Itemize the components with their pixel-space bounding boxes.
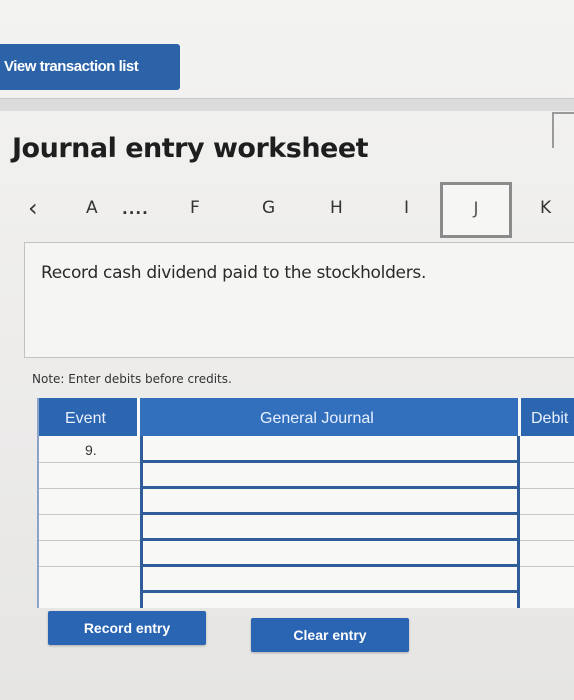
page-title: Journal entry worksheet bbox=[12, 133, 369, 164]
journal-row[interactable] bbox=[140, 564, 518, 567]
tab-a[interactable]: A bbox=[86, 198, 98, 218]
header-event: Event bbox=[39, 398, 137, 436]
journal-row[interactable] bbox=[140, 590, 518, 593]
prompt-box: Record cash dividend paid to the stockho… bbox=[24, 242, 574, 358]
event-cell: 9. bbox=[85, 442, 97, 458]
tab-i[interactable]: I bbox=[404, 198, 409, 218]
journal-row[interactable] bbox=[140, 512, 518, 515]
journal-row[interactable] bbox=[140, 486, 518, 489]
tab-j[interactable]: J bbox=[440, 182, 512, 238]
header-general-journal: General Journal bbox=[140, 398, 518, 436]
column-divider bbox=[140, 436, 143, 608]
clear-entry-button[interactable]: Clear entry bbox=[251, 618, 409, 652]
header-divider bbox=[0, 98, 574, 111]
tab-h[interactable]: H bbox=[330, 198, 343, 218]
journal-table: Event General Journal Debit 9. bbox=[37, 398, 574, 608]
header-event-label: Event bbox=[65, 410, 106, 427]
column-divider bbox=[517, 436, 520, 608]
header-general-journal-label: General Journal bbox=[260, 410, 374, 427]
worksheet-nav: ‹ A .... F G H I J K bbox=[0, 182, 574, 238]
view-transaction-list-button[interactable]: View transaction list bbox=[0, 44, 180, 90]
prompt-text: Record cash dividend paid to the stockho… bbox=[41, 263, 427, 283]
header-debit-label: Debit bbox=[531, 410, 569, 427]
journal-row[interactable] bbox=[140, 460, 518, 463]
tab-g[interactable]: G bbox=[262, 198, 275, 218]
tab-f[interactable]: F bbox=[190, 198, 200, 218]
note-text: Note: Enter debits before credits. bbox=[32, 372, 232, 386]
header-debit: Debit bbox=[521, 398, 574, 436]
journal-row[interactable] bbox=[140, 538, 518, 541]
tab-k[interactable]: K bbox=[540, 198, 551, 218]
corner-bracket-icon bbox=[552, 112, 574, 148]
tab-ellipsis: .... bbox=[122, 200, 149, 218]
record-entry-button[interactable]: Record entry bbox=[48, 611, 206, 645]
chevron-left-icon[interactable]: ‹ bbox=[28, 194, 38, 222]
